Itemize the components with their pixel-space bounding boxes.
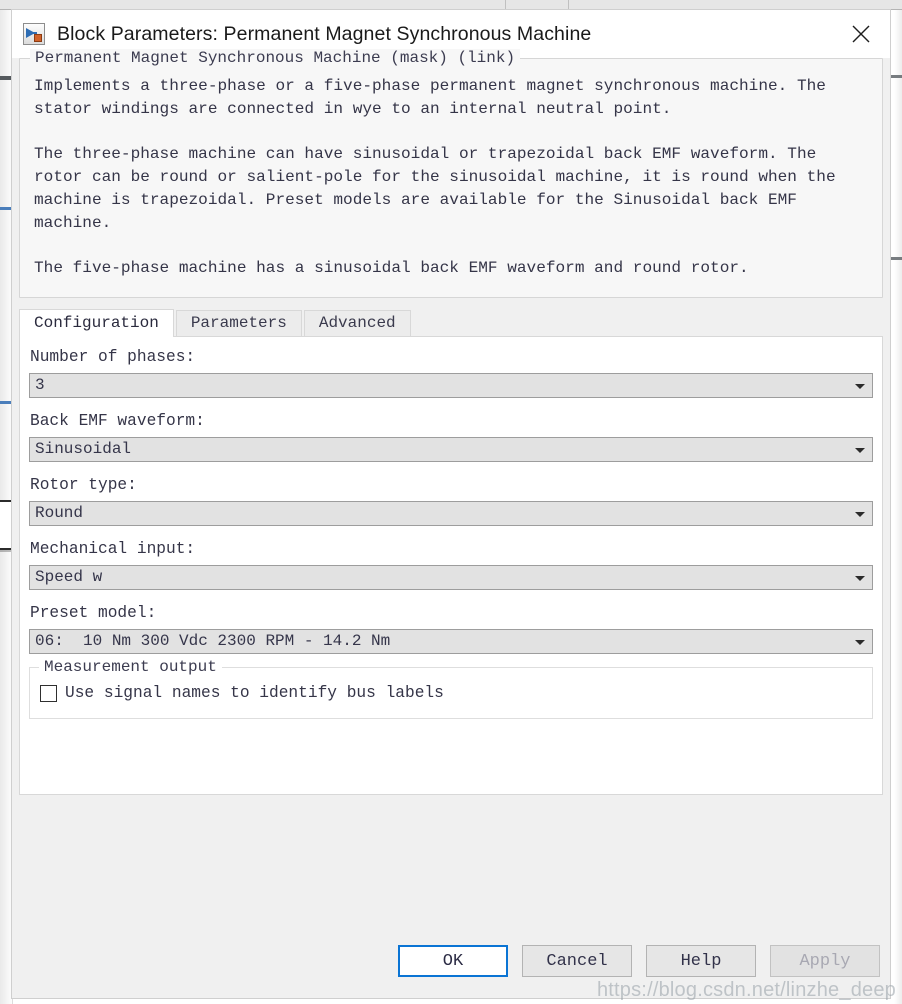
- mask-description-paragraph: The five-phase machine has a sinusoidal …: [34, 259, 749, 277]
- tab-strip: Configuration Parameters Advanced: [19, 309, 883, 337]
- background-right-panel: [894, 10, 902, 1004]
- chevron-down-icon: [855, 639, 865, 645]
- footer-button-group: OK Cancel Help Apply: [398, 945, 880, 977]
- simulink-block-icon: [23, 23, 45, 45]
- mask-description-paragraph: The three-phase machine can have sinusoi…: [34, 145, 836, 232]
- dropdown-number-of-phases[interactable]: 3: [29, 373, 873, 398]
- apply-button: Apply: [770, 945, 880, 977]
- help-button[interactable]: Help: [646, 945, 756, 977]
- cancel-button[interactable]: Cancel: [522, 945, 632, 977]
- chevron-down-icon: [855, 511, 865, 517]
- label-mechanical-input: Mechanical input:: [30, 540, 196, 558]
- use-signal-names-row: Use signal names to identify bus labels: [40, 684, 862, 702]
- ok-button[interactable]: OK: [398, 945, 508, 977]
- label-preset-model: Preset model:: [30, 604, 157, 622]
- dropdown-back-emf-waveform-value: Sinusoidal: [35, 440, 132, 458]
- background-signal-line: [890, 75, 902, 78]
- dropdown-number-of-phases-value: 3: [35, 376, 45, 394]
- page-title: Block Parameters: Permanent Magnet Synch…: [57, 22, 592, 45]
- tab-configuration[interactable]: Configuration: [19, 309, 174, 337]
- label-number-of-phases: Number of phases:: [30, 348, 196, 366]
- measurement-output-legend: Measurement output: [39, 658, 222, 676]
- background-toolstrip-separator: [568, 0, 569, 9]
- close-icon[interactable]: [836, 10, 886, 58]
- label-rotor-type: Rotor type:: [30, 476, 137, 494]
- chevron-down-icon: [855, 447, 865, 453]
- configuration-tab-panel: Number of phases: 3 Back EMF waveform: S…: [19, 337, 883, 795]
- chevron-down-icon: [855, 575, 865, 581]
- dropdown-preset-model-value: 06: 10 Nm 300 Vdc 2300 RPM - 14.2 Nm: [35, 632, 391, 650]
- label-back-emf-waveform: Back EMF waveform:: [30, 412, 205, 430]
- dropdown-mechanical-input[interactable]: Speed w: [29, 565, 873, 590]
- use-signal-names-checkbox[interactable]: [40, 684, 57, 702]
- background-toolstrip-separator: [505, 0, 506, 9]
- background-signal-line: [890, 257, 902, 260]
- tab-parameters[interactable]: Parameters: [175, 310, 302, 336]
- dropdown-preset-model[interactable]: 06: 10 Nm 300 Vdc 2300 RPM - 14.2 Nm: [29, 629, 873, 654]
- measurement-output-group: Measurement output Use signal names to i…: [29, 658, 873, 719]
- use-signal-names-label: Use signal names to identify bus labels: [65, 684, 444, 702]
- chevron-down-icon: [855, 383, 865, 389]
- mask-description-panel: Permanent Magnet Synchronous Machine (ma…: [19, 49, 883, 298]
- block-parameters-dialog: Block Parameters: Permanent Magnet Synch…: [11, 9, 891, 999]
- dropdown-rotor-type[interactable]: Round: [29, 501, 873, 526]
- dropdown-back-emf-waveform[interactable]: Sinusoidal: [29, 437, 873, 462]
- mask-description-paragraph: Implements a three-phase or a five-phase…: [34, 77, 826, 118]
- dialog-footer: OK Cancel Help Apply: [12, 936, 890, 998]
- dropdown-rotor-type-value: Round: [35, 504, 84, 522]
- tab-advanced[interactable]: Advanced: [303, 310, 411, 336]
- mask-description-title: Permanent Magnet Synchronous Machine (ma…: [30, 49, 521, 67]
- dropdown-mechanical-input-value: Speed w: [35, 568, 103, 586]
